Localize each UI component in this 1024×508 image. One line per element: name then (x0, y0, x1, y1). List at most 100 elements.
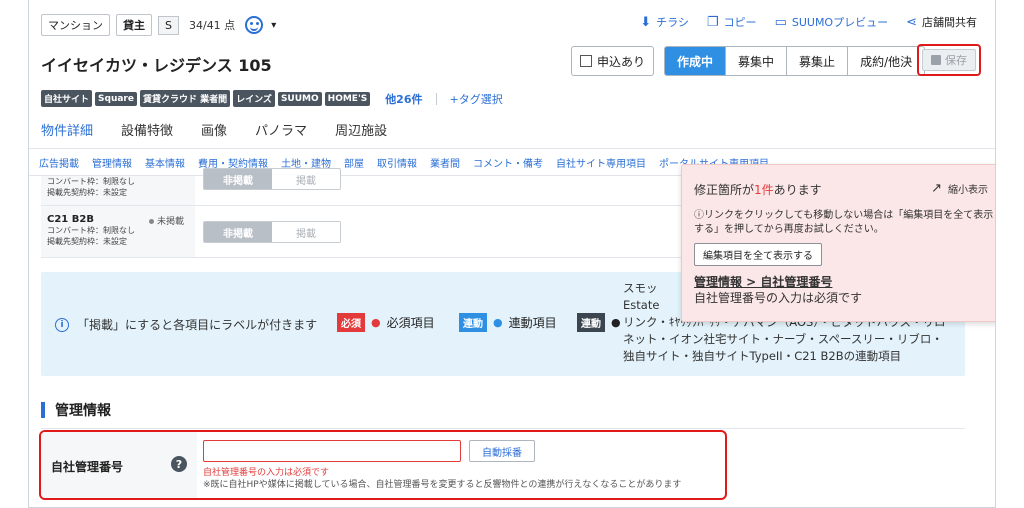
more-tags-link[interactable]: 他26件 (385, 91, 422, 107)
divider (435, 92, 437, 105)
tag-select-link[interactable]: +タグ選択 (450, 91, 503, 107)
property-meta-bar: マンション 貸主 S 34/41 点 ▾ (41, 12, 276, 38)
subnav-own-site[interactable]: 自社サイト専用項目 (556, 155, 646, 170)
tag-chip: HOME'S (324, 91, 371, 106)
field-label: 自社管理番号 (51, 460, 124, 474)
checkbox-icon (580, 55, 592, 67)
store-share-label: 店舗間共有 (922, 16, 977, 29)
popup-heading-suffix: あります (773, 183, 822, 197)
smile-icon[interactable] (245, 16, 264, 34)
status-group: 申込あり 作成中 募集中 募集止 成約/他決 (571, 46, 926, 76)
minimize-label: 縮小表示 (948, 185, 988, 196)
chevron-down-icon[interactable]: ▾ (271, 20, 276, 31)
error-field-link[interactable]: 管理情報 > 自社管理番号 (694, 273, 832, 290)
red-dot-icon: ● (371, 316, 381, 329)
media-status: 未掲載 (149, 214, 184, 227)
save-icon (931, 55, 941, 65)
publish-button[interactable]: 掲載 (272, 169, 340, 189)
save-label: 保存 (945, 54, 967, 67)
subnav-b2b[interactable]: 業者間 (430, 155, 460, 170)
tag-chip: 自社サイト (41, 90, 93, 107)
unpublish-button[interactable]: 非掲載 (204, 222, 272, 242)
subnav-ad[interactable]: 広告掲載 (39, 155, 79, 170)
popup-count: 1件 (754, 183, 774, 197)
linked-legend: 連動 ● 連動項目 (459, 313, 557, 332)
subnav-management[interactable]: 管理情報 (92, 155, 132, 170)
status-recruiting-button[interactable]: 募集中 (726, 47, 788, 75)
applied-label: 申込あり (597, 54, 646, 69)
share-icon: ⋖ (906, 14, 917, 30)
help-icon[interactable]: ? (171, 456, 187, 472)
tab-property-detail[interactable]: 物件詳細 (41, 120, 93, 145)
header-actions: ⬇ チラシ ❐ コピー ▭ SUUMOプレビュー ⋖ 店舗間共有 (640, 14, 977, 30)
media-contract-limit: 掲載先契約枠：未設定 (47, 237, 127, 246)
subnav-transaction[interactable]: 取引情報 (377, 155, 417, 170)
linked-label: 連動項目 (508, 316, 557, 330)
tab-panorama[interactable]: パノラマ (255, 120, 307, 145)
status-dot-icon (149, 219, 154, 224)
show-all-fields-button[interactable]: 編集項目を全て表示する (694, 243, 822, 266)
publish-button[interactable]: 掲載 (272, 222, 340, 242)
management-number-field-row: 自社管理番号 ? 自動採番 自社管理番号の入力は必須です ※既に自社HPや媒体に… (39, 430, 727, 500)
info-icon: i (55, 317, 69, 332)
section-title-text: 管理情報 (55, 403, 111, 419)
download-icon: ⬇ (640, 14, 652, 30)
monitor-icon: ▭ (774, 14, 787, 30)
unpublish-button[interactable]: 非掲載 (204, 169, 272, 189)
minimize-button[interactable]: ↗ 縮小表示 (931, 181, 988, 196)
page-title: イイセイカツ・レジデンス 105 (41, 56, 272, 75)
linked-badge: 連動 (459, 313, 487, 332)
publish-toggle: 非掲載 掲載 (203, 168, 341, 190)
subnav-room[interactable]: 部屋 (344, 155, 364, 170)
sync-line: ネット・イオン社宅サイト・ナーブ・スペースリー・リブロ・ (623, 332, 943, 346)
sync-line: 独自サイト・独自サイトTypeII・C21 B2Bの連動項目 (623, 349, 902, 363)
status-draft-button[interactable]: 作成中 (665, 47, 727, 75)
blue-dot-icon: ● (493, 316, 503, 329)
subnav-basic[interactable]: 基本情報 (145, 155, 185, 170)
media-convert-limit: コンバート枠：制限なし (47, 177, 135, 186)
status-contracted-button[interactable]: 成約/他決 (848, 47, 925, 75)
applied-checkbox[interactable]: 申込あり (571, 46, 655, 76)
tab-images[interactable]: 画像 (201, 120, 227, 145)
save-highlight: 保存 (917, 44, 981, 76)
suumo-preview-button[interactable]: ▭ SUUMOプレビュー (775, 14, 889, 30)
dark-dot-icon: ● (611, 316, 621, 329)
tag-chip: レインズ (233, 90, 275, 107)
management-number-input[interactable] (203, 440, 461, 462)
suumo-preview-label: SUUMOプレビュー (791, 16, 889, 29)
section-accent-bar (41, 402, 45, 418)
media-contract-limit: 掲載先契約枠：未設定 (47, 188, 127, 197)
info-message: i 「掲載」にすると各項目にラベルが付きます (55, 316, 317, 333)
sync-badge: 連動 (577, 313, 605, 332)
required-badge: 必須 (337, 313, 365, 332)
auto-number-button[interactable]: 自動採番 (469, 440, 535, 462)
sync-legend: 連動 ● (577, 313, 621, 332)
publish-toggle: 非掲載 掲載 (203, 221, 341, 243)
tag-chip: SUUMO (277, 91, 322, 106)
main-frame: マンション 貸主 S 34/41 点 ▾ ⬇ チラシ ❐ コピー ▭ SUUMO… (28, 0, 996, 508)
copy-button[interactable]: ❐ コピー (707, 14, 757, 30)
property-type-tag: マンション (41, 14, 110, 36)
media-status-label: 未掲載 (157, 217, 185, 227)
required-label: 必須項目 (386, 316, 435, 330)
flyer-button[interactable]: ⬇ チラシ (640, 14, 689, 30)
store-share-button[interactable]: ⋖ 店舗間共有 (906, 14, 977, 30)
tag-chip: Square (95, 91, 137, 106)
copy-label: コピー (723, 16, 757, 29)
correction-popup: 修正箇所が1件あります ↗ 縮小表示 ⓘリンクをクリックしても移動しない場合は「… (681, 164, 995, 322)
error-description: 自社管理番号の入力は必須です (694, 291, 863, 305)
required-legend: 必須 ● 必須項目 (337, 313, 435, 332)
popup-heading: 修正箇所が1件あります (694, 181, 822, 198)
diagonal-arrow-icon: ↗ (931, 181, 942, 196)
tab-surroundings[interactable]: 周辺施設 (335, 120, 387, 145)
save-button[interactable]: 保存 (922, 49, 976, 71)
subnav-comment[interactable]: コメント・備考 (473, 155, 543, 170)
deal-type-tag: 貸主 (116, 14, 152, 36)
tag-chip: 賃貸クラウド 業者間 (139, 90, 231, 107)
status-stopped-button[interactable]: 募集止 (787, 47, 849, 75)
copy-icon: ❐ (706, 14, 719, 30)
popup-heading-prefix: 修正箇所が (694, 183, 755, 197)
tab-equipment[interactable]: 設備特徴 (121, 120, 173, 145)
divider (41, 428, 965, 429)
popup-note: ⓘリンクをクリックしても移動しない場合は「編集項目を全て表示する」を押してから再… (694, 210, 994, 235)
